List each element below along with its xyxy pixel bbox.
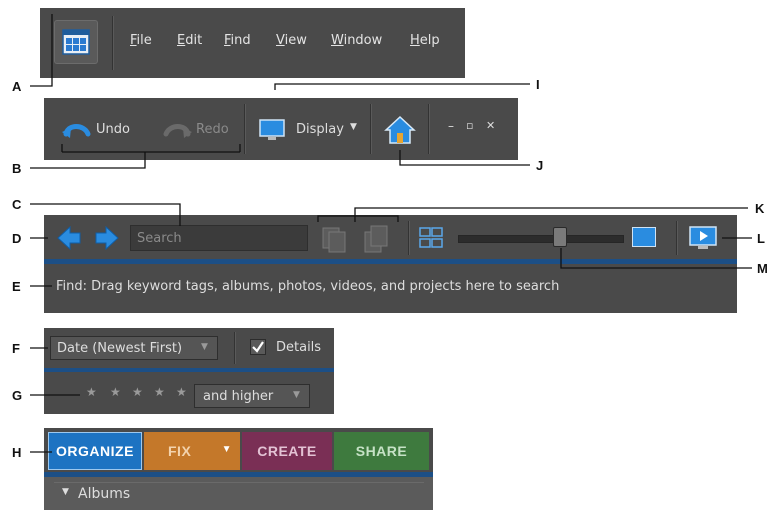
tab-organize-label: ORGANIZE <box>56 443 134 459</box>
menu-file[interactable]: File <box>130 33 152 48</box>
mode-tabs-panel: ORGANIZE FIX ▼ CREATE SHARE ▼ Albums <box>44 428 433 510</box>
undo-label: Undo <box>96 122 130 137</box>
rating-filter-value: and higher <box>203 389 274 404</box>
find-bar: Search Find: Drag keyword tags, albums, … <box>44 215 737 313</box>
chevron-down-icon: ▼ <box>293 390 300 400</box>
menu-edit[interactable]: Edit <box>177 33 202 48</box>
forward-arrow-icon[interactable] <box>94 225 120 251</box>
callout-i: I <box>536 77 540 92</box>
callout-b: B <box>12 161 22 176</box>
zoom-slider-track[interactable] <box>458 235 624 243</box>
chevron-down-icon: ▼ <box>350 122 357 132</box>
rating-star-icon[interactable]: ★ <box>132 385 143 399</box>
next-search-icon[interactable] <box>362 223 390 253</box>
albums-section-header[interactable]: ▼ Albums <box>54 482 424 507</box>
menu-help[interactable]: Help <box>410 33 440 48</box>
sort-order-select[interactable]: Date (Newest First) ▼ <box>50 336 218 360</box>
restore-icon[interactable]: ▫ <box>466 119 473 132</box>
details-label: Details <box>276 340 322 355</box>
details-checkbox[interactable] <box>250 339 266 355</box>
home-icon <box>384 115 416 144</box>
tab-share[interactable]: SHARE <box>334 432 429 470</box>
display-label: Display <box>296 122 344 137</box>
tab-organize[interactable]: ORGANIZE <box>48 432 142 470</box>
callout-e: E <box>12 279 21 294</box>
menu-view[interactable]: View <box>276 33 307 48</box>
previous-search-icon[interactable] <box>320 223 348 253</box>
tab-fix-label: FIX <box>168 443 192 459</box>
menu-find[interactable]: Find <box>224 33 251 48</box>
search-placeholder: Search <box>137 231 182 246</box>
callout-m: M <box>757 261 768 276</box>
redo-label: Redo <box>196 122 229 137</box>
find-drop-zone-text: Find: Drag keyword tags, albums, photos,… <box>56 279 560 294</box>
disclosure-triangle-icon: ▼ <box>62 487 69 497</box>
edit-toolbar: Undo Redo Display ▼ – ▫ ✕ <box>44 98 518 160</box>
rating-filter-select[interactable]: and higher ▼ <box>194 384 310 408</box>
callout-l: L <box>757 231 765 246</box>
rating-bar: ★ ★ ★ ★ ★ and higher ▼ <box>44 372 334 414</box>
search-input[interactable]: Search <box>130 225 308 251</box>
rating-star-icon[interactable]: ★ <box>86 385 97 399</box>
chevron-down-icon: ▼ <box>201 342 208 352</box>
callout-k: K <box>755 201 765 216</box>
callout-j: J <box>536 158 544 173</box>
callout-a: A <box>12 79 22 94</box>
tab-fix[interactable]: FIX ▼ <box>144 432 240 470</box>
rating-star-icon[interactable]: ★ <box>110 385 121 399</box>
callout-f: F <box>12 341 20 356</box>
sort-bar: Date (Newest First) ▼ Details <box>44 328 334 373</box>
sort-order-value: Date (Newest First) <box>57 341 183 356</box>
albums-label: Albums <box>78 486 131 502</box>
display-button[interactable]: Display ▼ <box>258 118 363 144</box>
menu-bar: File Edit Find View Window Help <box>40 8 465 78</box>
rating-star-icon[interactable]: ★ <box>176 385 187 399</box>
callout-h: H <box>12 445 22 460</box>
undo-icon <box>62 124 91 138</box>
tab-share-label: SHARE <box>355 443 408 459</box>
callout-d: D <box>12 231 22 246</box>
tab-create[interactable]: CREATE <box>242 432 332 470</box>
tab-create-label: CREATE <box>257 443 317 459</box>
grid-view-icon[interactable] <box>418 226 446 250</box>
minimize-icon[interactable]: – <box>448 119 454 133</box>
callout-line-i <box>274 83 530 90</box>
monitor-icon <box>259 119 285 140</box>
menu-window[interactable]: Window <box>331 33 382 48</box>
redo-button[interactable]: Redo <box>162 118 242 142</box>
close-icon[interactable]: ✕ <box>486 119 495 132</box>
find-bar-divider <box>44 259 737 264</box>
undo-button[interactable]: Undo <box>62 118 142 142</box>
organizer-grid-icon <box>62 29 90 55</box>
redo-icon <box>163 124 192 138</box>
app-icon-button[interactable] <box>54 20 98 64</box>
zoom-slider-thumb[interactable] <box>553 227 567 247</box>
tabs-divider <box>44 472 433 477</box>
chevron-down-icon[interactable]: ▼ <box>222 444 232 455</box>
rating-star-icon[interactable]: ★ <box>154 385 165 399</box>
slideshow-icon[interactable] <box>688 225 718 251</box>
checkmark-icon <box>252 341 264 353</box>
back-arrow-icon[interactable] <box>56 225 82 251</box>
callout-c: C <box>12 197 22 212</box>
home-button[interactable] <box>384 114 416 146</box>
callout-g: G <box>12 388 23 403</box>
single-view-icon[interactable] <box>632 227 656 247</box>
